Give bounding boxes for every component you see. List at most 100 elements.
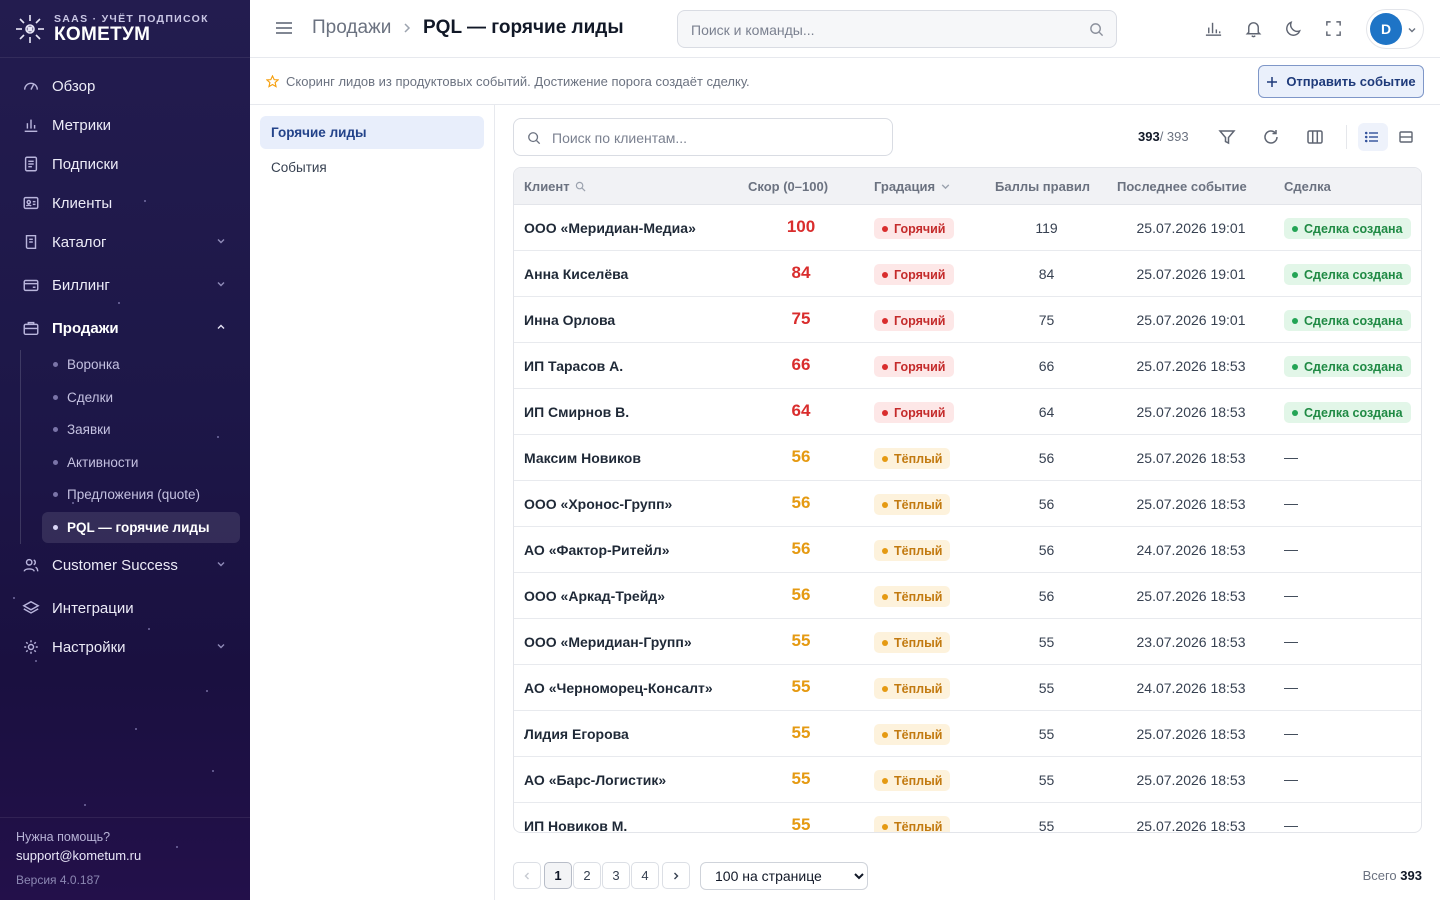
client-name[interactable]: Максим Новиков bbox=[524, 450, 641, 466]
rule-points: 55 bbox=[1038, 726, 1055, 742]
client-name[interactable]: ООО «Аркад-Трейд» bbox=[524, 588, 665, 604]
page-button-1[interactable]: 1 bbox=[544, 862, 572, 889]
table-row[interactable]: ООО «Аркад-Трейд» 56 Тёплый 56 25.07.2026 18… bbox=[514, 573, 1421, 619]
bullet-icon bbox=[53, 362, 58, 367]
deal-status-badge[interactable]: Сделка создана bbox=[1284, 310, 1411, 331]
analytics-icon[interactable] bbox=[1204, 19, 1223, 38]
breadcrumb-parent[interactable]: Продажи bbox=[312, 17, 391, 39]
table-row[interactable]: Инна Орлова 75 Горячий 75 25.07.2026 19:01 Сд… bbox=[514, 297, 1421, 343]
column-header-points[interactable]: Баллы правил bbox=[995, 179, 1090, 194]
last-event-date: 25.07.2026 18:53 bbox=[1136, 726, 1246, 742]
chevron-down-icon bbox=[217, 562, 225, 567]
client-name[interactable]: Анна Киселёва bbox=[524, 266, 628, 282]
user-menu-button[interactable]: D bbox=[1366, 9, 1424, 49]
column-header-label: Клиент bbox=[524, 179, 570, 194]
deal-status-label: Сделка создана bbox=[1304, 313, 1403, 328]
client-name[interactable]: АО «Черноморец-Консалт» bbox=[524, 680, 713, 696]
deal-status-badge[interactable]: Сделка создана bbox=[1284, 218, 1411, 239]
sidebar-item-subscriptions[interactable]: Подписки bbox=[14, 147, 236, 181]
sidebar-item-metrics[interactable]: Метрики bbox=[14, 108, 236, 142]
grade-badge: Тёплый bbox=[874, 494, 951, 515]
chevron-down-icon[interactable] bbox=[940, 181, 951, 192]
table-row[interactable]: ООО «Меридиан-Медиа» 100 Горячий 119 25.07.2… bbox=[514, 205, 1421, 251]
client-name[interactable]: ИП Смирнов В. bbox=[524, 404, 629, 420]
table-row[interactable]: Анна Киселёва 84 Горячий 84 25.07.2026 19:01… bbox=[514, 251, 1421, 297]
table-row[interactable]: ИП Смирнов В. 64 Горячий 64 25.07.2026 18:53… bbox=[514, 389, 1421, 435]
deal-empty: — bbox=[1284, 679, 1298, 695]
page-button-2[interactable]: 2 bbox=[573, 862, 601, 889]
search-icon[interactable] bbox=[575, 181, 586, 192]
sidebar-item-label: Настройки bbox=[52, 638, 126, 656]
deal-status-badge[interactable]: Сделка создана bbox=[1284, 402, 1411, 423]
sidebar-item-clients[interactable]: Клиенты bbox=[14, 186, 236, 220]
global-search-input[interactable]: Поиск и команды... bbox=[677, 10, 1117, 48]
sidebar-subitem-funnel[interactable]: Воронка bbox=[42, 349, 240, 380]
send-event-button[interactable]: Отправить событие bbox=[1258, 65, 1424, 98]
column-header-client[interactable]: Клиент bbox=[524, 179, 586, 194]
list-view-icon[interactable] bbox=[1364, 129, 1380, 145]
tab-hot-leads[interactable]: Горячие лиды bbox=[260, 116, 484, 149]
client-name[interactable]: АО «Фактор-Ритейл» bbox=[524, 542, 670, 558]
sidebar-item-catalog[interactable]: Каталог bbox=[14, 225, 236, 259]
table-row[interactable]: ООО «Меридиан-Групп» 55 Тёплый 55 23.07.2026… bbox=[514, 619, 1421, 665]
deal-empty: — bbox=[1284, 541, 1298, 557]
compact-view-icon[interactable] bbox=[1398, 129, 1414, 145]
moon-icon[interactable] bbox=[1284, 19, 1303, 38]
client-name[interactable]: ООО «Меридиан-Групп» bbox=[524, 634, 692, 650]
sidebar-item-billing[interactable]: Биллинг bbox=[14, 268, 236, 302]
columns-icon[interactable] bbox=[1306, 128, 1324, 146]
next-page-button[interactable] bbox=[662, 862, 690, 889]
client-search-input[interactable]: Поиск по клиентам... bbox=[513, 118, 893, 156]
column-header-score[interactable]: Скор (0–100) bbox=[748, 179, 828, 194]
table-row[interactable]: АО «Барс-Логистик» 55 Тёплый 55 25.07.2026 1… bbox=[514, 757, 1421, 803]
sidebar-subitem-activities[interactable]: Активности bbox=[42, 447, 240, 478]
sidebar-subitem-quotes[interactable]: Предложения (quote) bbox=[42, 479, 240, 510]
page-button-3[interactable]: 3 bbox=[602, 862, 630, 889]
sidebar-item-integrations[interactable]: Интеграции bbox=[14, 591, 236, 625]
table-row[interactable]: Лидия Егорова 55 Тёплый 55 25.07.2026 18:53 — bbox=[514, 711, 1421, 757]
table-row[interactable]: ИП Новиков М. 55 Тёплый 55 25.07.2026 18:53 — bbox=[514, 803, 1421, 832]
support-email-link[interactable]: support@kometum.ru bbox=[16, 848, 141, 863]
receipt-icon bbox=[24, 156, 38, 172]
per-page-select[interactable]: 100 на странице bbox=[700, 862, 868, 890]
wallet-icon bbox=[23, 279, 39, 292]
sidebar-subitem-deals[interactable]: Сделки bbox=[42, 382, 240, 413]
tab-events[interactable]: События bbox=[260, 151, 484, 184]
grade-badge: Тёплый bbox=[874, 540, 951, 561]
client-name[interactable]: Лидия Егорова bbox=[524, 726, 629, 742]
page-button-4[interactable]: 4 bbox=[631, 862, 659, 889]
menu-toggle-icon[interactable] bbox=[274, 18, 294, 38]
sidebar-item-overview[interactable]: Обзор bbox=[14, 69, 236, 103]
table-row[interactable]: ИП Тарасов А. 66 Горячий 66 25.07.2026 18:53… bbox=[514, 343, 1421, 389]
column-header-last-event[interactable]: Последнее событие bbox=[1117, 179, 1247, 194]
client-name[interactable]: ООО «Хронос-Групп» bbox=[524, 496, 672, 512]
table-row[interactable]: Максим Новиков 56 Тёплый 56 25.07.2026 18:53… bbox=[514, 435, 1421, 481]
table-row[interactable]: АО «Черноморец-Консалт» 55 Тёплый 55 24.07.2… bbox=[514, 665, 1421, 711]
deal-status-badge[interactable]: Сделка создана bbox=[1284, 356, 1411, 377]
sidebar-item-settings[interactable]: Настройки bbox=[14, 630, 236, 664]
table-row[interactable]: АО «Фактор-Ритейл» 56 Тёплый 56 24.07.2026 1… bbox=[514, 527, 1421, 573]
sidebar-subitem-requests[interactable]: Заявки bbox=[42, 414, 240, 445]
prev-page-button[interactable] bbox=[513, 862, 541, 889]
client-name[interactable]: ИП Тарасов А. bbox=[524, 358, 623, 374]
deal-status-badge[interactable]: Сделка создана bbox=[1284, 264, 1411, 285]
sidebar-item-sales[interactable]: Продажи bbox=[14, 311, 236, 345]
brand-logo[interactable]: SAAS · УЧЁТ ПОДПИСОК КОМЕТУМ bbox=[14, 11, 209, 47]
column-header-deal[interactable]: Сделка bbox=[1284, 179, 1331, 194]
column-header-grade[interactable]: Градация bbox=[874, 179, 951, 194]
client-name[interactable]: ИП Новиков М. bbox=[524, 818, 627, 832]
bullet-icon bbox=[53, 460, 58, 465]
client-name[interactable]: ООО «Меридиан-Медиа» bbox=[524, 220, 696, 236]
fullscreen-icon[interactable] bbox=[1324, 19, 1343, 38]
star-icon bbox=[266, 75, 279, 88]
rule-points: 56 bbox=[1038, 496, 1055, 512]
refresh-icon[interactable] bbox=[1262, 128, 1280, 146]
table-row[interactable]: ООО «Хронос-Групп» 56 Тёплый 56 25.07.2026 1… bbox=[514, 481, 1421, 527]
sidebar-subitem-pql[interactable]: PQL — горячие лиды bbox=[42, 512, 240, 543]
last-event-date: 25.07.2026 18:53 bbox=[1136, 772, 1246, 788]
client-name[interactable]: АО «Барс-Логистик» bbox=[524, 772, 666, 788]
sidebar-item-customer-success[interactable]: Customer Success bbox=[14, 548, 236, 582]
client-name[interactable]: Инна Орлова bbox=[524, 312, 615, 328]
bell-icon[interactable] bbox=[1244, 19, 1263, 38]
filter-icon[interactable] bbox=[1218, 128, 1236, 146]
